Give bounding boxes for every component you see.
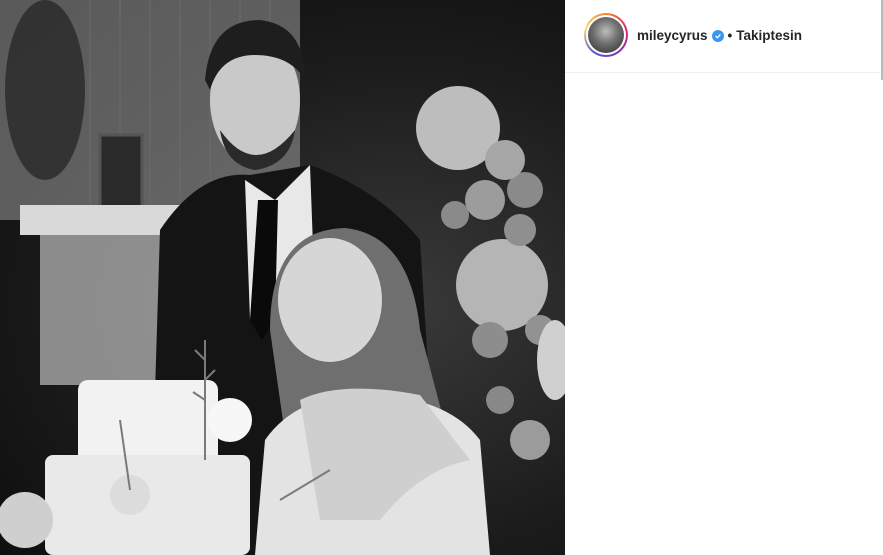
profile-photo <box>588 17 624 53</box>
username-link[interactable]: mileycyrus <box>637 28 708 43</box>
post-info-panel: mileycyrus • Takiptesin <box>565 0 883 555</box>
post-photo[interactable] <box>0 0 565 555</box>
following-button[interactable]: Takiptesin <box>736 28 802 43</box>
photo-illustration <box>0 0 565 555</box>
avatar-border <box>586 15 626 55</box>
avatar[interactable] <box>584 13 628 57</box>
user-row: mileycyrus • Takiptesin <box>637 28 802 43</box>
post-header: mileycyrus • Takiptesin <box>565 0 881 73</box>
separator-dot: • <box>727 28 733 43</box>
verified-badge-icon <box>711 29 724 42</box>
